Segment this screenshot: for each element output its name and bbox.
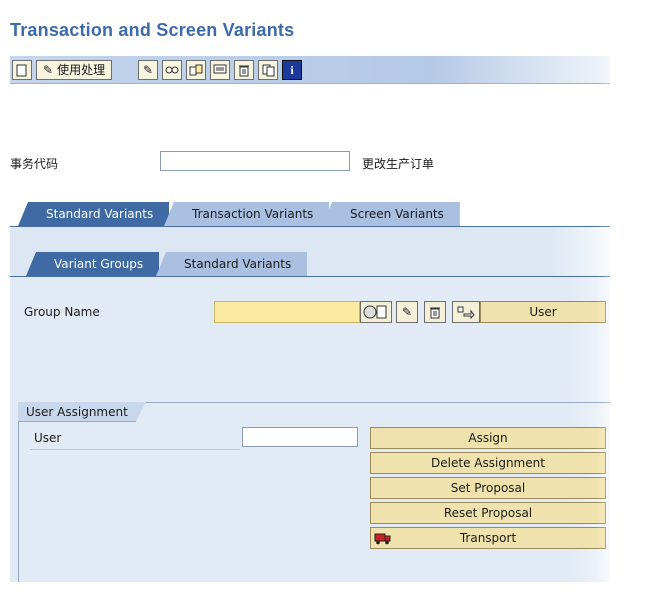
- reset-proposal-button[interactable]: Reset Proposal: [370, 502, 606, 524]
- glasses-icon[interactable]: [162, 60, 182, 80]
- tab-standard-variants[interactable]: Standard Variants: [18, 202, 170, 226]
- tab-screen-variants[interactable]: Screen Variants: [322, 202, 460, 226]
- user-label: User: [34, 431, 62, 445]
- user-button[interactable]: User: [480, 301, 606, 323]
- copy-icon[interactable]: [186, 60, 206, 80]
- user-assignment-title: User Assignment: [18, 402, 146, 422]
- create-group-icon[interactable]: [360, 301, 392, 323]
- tab-variant-groups[interactable]: Variant Groups: [26, 252, 160, 276]
- tab-sub-standard-variants[interactable]: Standard Variants: [156, 252, 308, 276]
- truck-icon: [374, 531, 392, 548]
- transaction-code-label: 事务代码: [10, 157, 59, 171]
- delete-assignment-button[interactable]: Delete Assignment: [370, 452, 606, 474]
- group-name-input[interactable]: [214, 301, 360, 323]
- edit-group-icon[interactable]: ✎: [396, 301, 418, 323]
- page-title: Transaction and Screen Variants: [10, 20, 295, 40]
- group-name-label: Group Name: [24, 305, 100, 319]
- delete-icon[interactable]: [234, 60, 254, 80]
- screen-icon[interactable]: [210, 60, 230, 80]
- transfer-icon[interactable]: [452, 301, 480, 323]
- transaction-description: 更改生产订单: [362, 157, 435, 171]
- info-icon[interactable]: i: [282, 60, 302, 80]
- duplicate-icon[interactable]: [258, 60, 278, 80]
- user-input[interactable]: [242, 427, 358, 447]
- transport-button[interactable]: Transport: [370, 527, 606, 549]
- transport-label: Transport: [459, 531, 517, 545]
- pencil-icon: ✎: [43, 63, 54, 77]
- application-toolbar: ✎ 使用处理 ✎ i: [10, 56, 610, 84]
- delete-group-icon[interactable]: [424, 301, 446, 323]
- create-icon[interactable]: [12, 60, 32, 80]
- edit-icon[interactable]: ✎: [138, 60, 158, 80]
- usage-label: 使用处理: [57, 63, 106, 77]
- user-row-underline: [30, 449, 240, 450]
- assign-button[interactable]: Assign: [370, 427, 606, 449]
- transaction-code-input[interactable]: [160, 151, 350, 171]
- set-proposal-button[interactable]: Set Proposal: [370, 477, 606, 499]
- usage-button[interactable]: ✎ 使用处理: [36, 60, 113, 80]
- tab-transaction-variants[interactable]: Transaction Variants: [164, 202, 330, 226]
